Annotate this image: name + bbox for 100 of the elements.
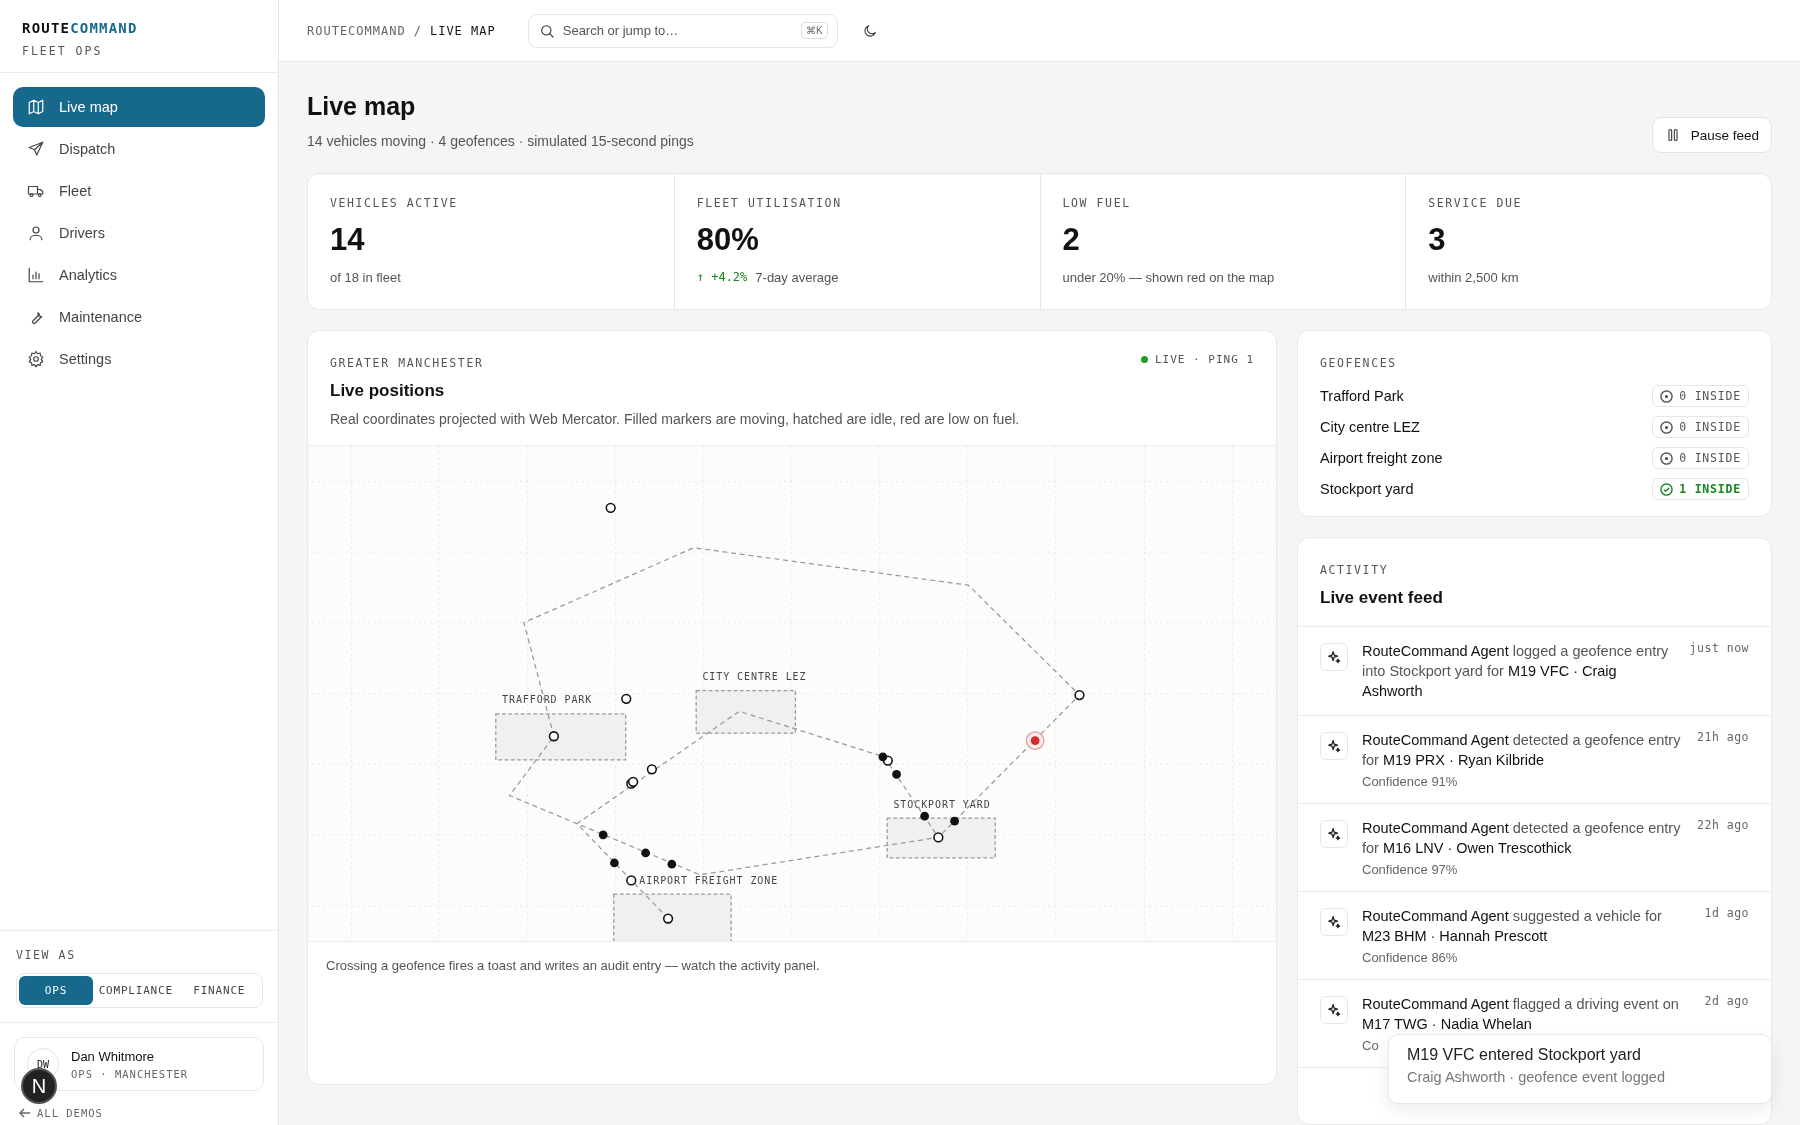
view-option[interactable]: FINANCE <box>178 976 260 1005</box>
geofence-name: Stockport yard <box>1320 481 1414 497</box>
vehicle-marker[interactable] <box>1025 731 1045 750</box>
user-role: OPS · MANCHESTER <box>71 1067 189 1080</box>
event-time: 2d ago <box>1704 994 1749 1010</box>
event-time: just now <box>1689 641 1749 657</box>
event-text: RouteCommand Agent detected a geofence entry for M16 LNV · Owen Trescothick <box>1362 819 1682 858</box>
confidence-text: Confidence 86% <box>1362 950 1459 965</box>
vehicle-marker[interactable] <box>878 752 888 762</box>
sparkle-icon <box>1320 643 1348 671</box>
nav-item[interactable]: Live map <box>13 87 265 127</box>
vehicle-marker[interactable] <box>610 858 619 868</box>
live-status: LIVE · PING 1 <box>1154 353 1254 366</box>
sparkle-icon <box>1320 908 1348 936</box>
vehicle-marker[interactable] <box>621 693 632 704</box>
stat-value: 3 <box>1428 222 1447 258</box>
vehicle-marker[interactable] <box>605 502 616 513</box>
nav-item[interactable]: Fleet <box>13 171 265 211</box>
vehicle-marker[interactable] <box>626 875 637 886</box>
nav-item[interactable]: Maintenance <box>13 297 265 337</box>
confidence-text: Co <box>1362 1038 1380 1053</box>
user-icon <box>27 224 45 242</box>
stat-value: 2 <box>1062 222 1081 258</box>
back-link[interactable]: ALL DEMOS <box>19 1107 278 1119</box>
toast-message: Craig Ashworth · geofence event logged <box>1407 1069 1666 1085</box>
chart-icon <box>27 266 45 284</box>
stat-label: FLEET UTILISATION <box>696 196 843 210</box>
section-label: VIEW AS <box>16 948 76 962</box>
card-eyebrow: ACTIVITY <box>1320 563 1389 577</box>
sparkle-icon <box>1320 996 1348 1024</box>
vehicle-marker[interactable] <box>1074 689 1085 701</box>
event-time: 21h ago <box>1697 730 1749 746</box>
vehicle-marker[interactable] <box>662 913 674 924</box>
stat-note: 7-day average <box>755 270 839 285</box>
brand-logo[interactable]: ROUTE COMMAND <box>22 20 256 36</box>
event-time: 22h ago <box>1697 818 1749 834</box>
dot-circle-icon <box>1660 389 1674 403</box>
geofence-name: City centre LEZ <box>1320 419 1420 435</box>
occupancy-tag: 0 INSIDE <box>1652 385 1749 407</box>
geofence-label: AIRPORT FREIGHT ZONE <box>639 874 779 886</box>
breadcrumb-link[interactable]: ROUTECOMMAND <box>307 23 406 38</box>
nav-item[interactable]: Settings <box>13 339 265 379</box>
stat-note: within 2,500 km <box>1428 270 1519 285</box>
moon-icon <box>861 22 878 39</box>
breadcrumb-current: LIVE MAP <box>429 23 496 38</box>
geofence-label: STOCKPORT YARD <box>893 799 991 811</box>
confidence-text: Confidence 97% <box>1362 862 1459 877</box>
vehicle-marker[interactable] <box>667 859 677 869</box>
shortcut-hint: ⌘K <box>801 21 828 39</box>
map-canvas[interactable]: TRAFFORD PARK CITY CENTRE LEZ STOCKPORT YARD AIRPORT FREIGHT ZONE <box>308 445 1276 942</box>
vehicle-marker[interactable] <box>598 830 608 840</box>
nav-item[interactable]: Drivers <box>13 213 265 253</box>
stat-value: 80% <box>696 222 760 258</box>
event-text: RouteCommand Agent detected a geofence entry for M19 PRX · Ryan Kilbride <box>1362 731 1682 770</box>
vehicle-marker[interactable] <box>933 832 944 843</box>
user-name: Dan Whitmore <box>71 1048 156 1064</box>
toast-title: M19 VFC entered Stockport yard <box>1407 1046 1642 1064</box>
stat-note: under 20% — shown red on the map <box>1062 270 1275 285</box>
event-time: 1d ago <box>1704 906 1749 922</box>
vehicle-marker[interactable] <box>646 764 657 775</box>
breadcrumb-separator: / <box>413 23 422 38</box>
nav-item[interactable]: Analytics <box>13 255 265 295</box>
stat-label: SERVICE DUE <box>1428 196 1523 210</box>
panel-description: Real coordinates projected with Web Mercator. Filled markers are moving, hatched are idle, red are low on fuel. <box>330 411 1020 427</box>
nav-item[interactable]: Dispatch <box>13 129 265 169</box>
occupancy-tag: 0 INSIDE <box>1652 416 1749 438</box>
send-icon <box>27 140 45 158</box>
theme-toggle[interactable] <box>861 22 878 39</box>
panel-title: Live positions <box>330 381 446 401</box>
stat-label: VEHICLES ACTIVE <box>330 196 459 210</box>
vehicle-marker[interactable] <box>950 816 959 826</box>
stat-value: 14 <box>330 222 366 258</box>
search-icon <box>538 22 555 39</box>
check-circle-icon <box>1660 482 1674 496</box>
dot-circle-icon <box>1660 420 1674 434</box>
stat-label: LOW FUEL <box>1062 196 1132 210</box>
geofence-label: CITY CENTRE LEZ <box>702 671 807 683</box>
vehicle-marker[interactable] <box>892 769 901 779</box>
geofence-label: TRAFFORD PARK <box>502 694 593 706</box>
sparkle-icon <box>1320 820 1348 848</box>
vehicle-marker[interactable] <box>641 848 650 858</box>
confidence-text: Confidence 91% <box>1362 774 1459 789</box>
view-option[interactable]: OPS <box>19 976 93 1005</box>
stat-note: of 18 in fleet <box>330 270 401 285</box>
map-footnote: Crossing a geofence fires a toast and writes an audit entry — watch the activity panel. <box>325 957 821 975</box>
dot-circle-icon <box>1660 451 1674 465</box>
sparkle-icon <box>1320 732 1348 760</box>
vehicle-marker[interactable] <box>628 776 639 787</box>
occupancy-tag: 1 INSIDE <box>1652 478 1749 500</box>
vehicle-marker[interactable] <box>548 731 559 742</box>
map-icon <box>27 98 45 116</box>
vehicle-marker[interactable] <box>920 811 929 821</box>
arrow-left-icon <box>19 1107 31 1119</box>
card-title: Live event feed <box>1320 588 1444 608</box>
page-title: Live map <box>307 92 417 121</box>
view-option[interactable]: COMPLIANCE <box>95 976 177 1005</box>
gear-icon <box>27 350 45 368</box>
pause-button[interactable]: Pause feed <box>1651 117 1772 153</box>
occupancy-tag: 0 INSIDE <box>1652 447 1749 469</box>
geofence-name: Trafford Park <box>1320 388 1404 404</box>
